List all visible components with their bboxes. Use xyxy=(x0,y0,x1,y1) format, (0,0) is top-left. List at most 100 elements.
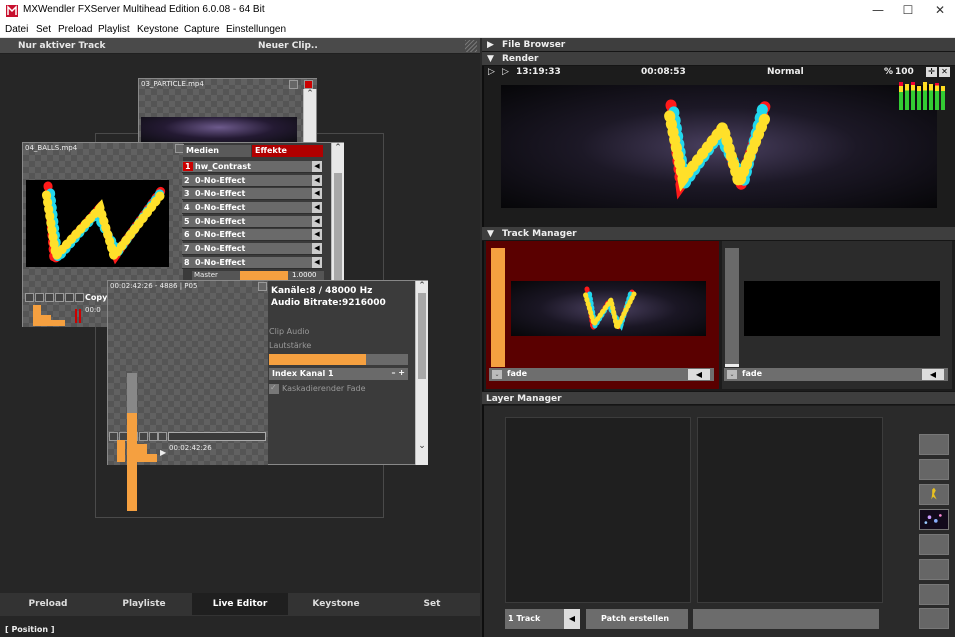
transport-icon[interactable] xyxy=(25,293,34,302)
render-header[interactable]: ▼ Render xyxy=(482,52,955,66)
index-channel-stepper[interactable]: Index Kanal 1 – + xyxy=(269,368,408,380)
audio-scrollbar[interactable]: ⌃ ⌄ xyxy=(415,281,428,465)
volume-slider[interactable] xyxy=(269,354,408,365)
track-2-level[interactable] xyxy=(725,248,739,367)
render-percent[interactable]: 100 xyxy=(895,67,914,77)
render-mode[interactable]: Normal xyxy=(767,67,804,77)
add-icon[interactable] xyxy=(258,282,267,291)
fullscreen-icon[interactable]: ✛ xyxy=(926,67,937,77)
tab-preload[interactable]: Preload xyxy=(0,593,96,615)
menu-datei[interactable]: Datei xyxy=(5,24,28,35)
effect-slot-4[interactable]: 4 0-No-Effect ◀ xyxy=(182,202,322,214)
effect-slot-5[interactable]: 5 0-No-Effect ◀ xyxy=(182,216,322,228)
caret-left-icon[interactable]: ◀ xyxy=(312,243,322,254)
chevron-up-icon[interactable]: ⌃ xyxy=(332,143,344,153)
audio-timeline[interactable] xyxy=(168,432,266,441)
effect-slot-number: 8 xyxy=(184,258,190,267)
effect-slot-8[interactable]: 8 0-No-Effect ◀ xyxy=(182,257,322,269)
caret-left-icon[interactable]: ◀ xyxy=(312,216,322,227)
menu-preload[interactable]: Preload xyxy=(58,24,92,35)
cascading-fade-checkbox[interactable]: ✓ xyxy=(269,383,279,394)
particle-scrollbar[interactable]: ⌃ xyxy=(303,89,316,144)
caret-left-icon[interactable]: ◀ xyxy=(922,369,944,380)
step-icon[interactable]: ▷ xyxy=(502,67,509,77)
play-outline-icon[interactable]: ▷ xyxy=(488,67,495,77)
tab-playliste[interactable]: Playliste xyxy=(96,593,192,615)
triangle-right-icon[interactable]: ▶ xyxy=(487,40,494,50)
play-icon[interactable]: ▶ xyxy=(160,448,166,457)
create-patch-button[interactable]: Patch erstellen xyxy=(586,609,688,629)
triangle-down-icon[interactable]: ▼ xyxy=(487,54,494,64)
menu-playlist[interactable]: Playlist xyxy=(98,24,130,35)
track-1-level[interactable] xyxy=(491,248,505,367)
transport-icon[interactable] xyxy=(45,293,54,302)
chevron-down-icon[interactable]: ⌄ xyxy=(492,370,502,379)
caret-left-icon[interactable]: ◀ xyxy=(312,188,322,199)
tab-live-editor[interactable]: Live Editor xyxy=(192,593,288,615)
tab-medien[interactable]: Medien xyxy=(186,146,219,155)
active-track-filter[interactable]: Nur aktiver Track xyxy=(18,41,105,51)
patch-name-field[interactable] xyxy=(693,609,879,629)
clip-window-particle[interactable]: 03_PARTICLE.mp4 ⌃ xyxy=(138,78,317,144)
layer-thumb-8[interactable] xyxy=(919,608,949,629)
caret-left-icon[interactable]: ◀ xyxy=(564,609,580,629)
layer-slot-2[interactable] xyxy=(697,417,883,603)
triangle-down-icon[interactable]: ▼ xyxy=(487,229,494,239)
layer-thumb-5[interactable] xyxy=(919,534,949,555)
transport-icon[interactable] xyxy=(75,293,84,302)
track-2-fade-bar[interactable]: ⌄ fade ◀ xyxy=(724,368,948,381)
caret-left-icon[interactable]: ◀ xyxy=(312,175,322,186)
caret-left-icon[interactable]: ◀ xyxy=(688,369,710,380)
caret-left-icon[interactable]: ◀ xyxy=(312,229,322,240)
master-slider[interactable]: Master 1.0000 xyxy=(192,271,324,280)
tab-set[interactable]: Set xyxy=(384,593,480,615)
menu-set[interactable]: Set xyxy=(36,24,51,35)
layer-slot-1[interactable] xyxy=(505,417,691,603)
effect-slot-7[interactable]: 7 0-No-Effect ◀ xyxy=(182,243,322,255)
resize-grip-icon[interactable] xyxy=(465,40,477,52)
layer-thumb-1[interactable] xyxy=(919,434,949,455)
tab-keystone[interactable]: Keystone xyxy=(288,593,384,615)
layer-thumb-4[interactable] xyxy=(919,509,949,530)
caret-left-icon[interactable]: ◀ xyxy=(312,257,322,268)
layer-thumb-7[interactable] xyxy=(919,584,949,605)
effect-slot-number: 2 xyxy=(184,176,190,185)
menu-einstellungen[interactable]: Einstellungen xyxy=(226,24,286,35)
layer-manager-header[interactable]: Layer Manager xyxy=(482,391,955,405)
new-clip-button[interactable]: Neuer Clip.. xyxy=(258,41,318,51)
chevron-up-icon[interactable]: ⌃ xyxy=(416,281,428,291)
add-effect-icon[interactable] xyxy=(289,80,298,89)
layer-thumb-3[interactable] xyxy=(919,484,949,505)
file-browser-header[interactable]: ▶ File Browser xyxy=(482,38,955,52)
menu-keystone[interactable]: Keystone xyxy=(137,24,179,35)
track-count-select[interactable]: 1 Track ◀ xyxy=(505,609,580,629)
effect-slot-3[interactable]: 3 0-No-Effect ◀ xyxy=(182,188,322,200)
tab-effekte[interactable]: Effekte xyxy=(252,145,323,157)
transport-icon[interactable] xyxy=(55,293,64,302)
menu-capture[interactable]: Capture xyxy=(184,24,220,35)
audio-channels: Kanäle:8 / 48000 Hz xyxy=(271,286,373,296)
close-button[interactable]: ✕ xyxy=(925,3,955,19)
layer-thumb-6[interactable] xyxy=(919,559,949,580)
track-manager-header[interactable]: ▼ Track Manager xyxy=(482,227,955,241)
record-icon[interactable] xyxy=(304,80,313,89)
chevron-up-icon[interactable]: ⌃ xyxy=(304,89,316,99)
minimize-button[interactable]: — xyxy=(863,3,893,19)
close-preview-icon[interactable]: ✕ xyxy=(939,67,950,77)
track-1-fade-bar[interactable]: ⌄ fade ◀ xyxy=(489,368,714,381)
chevron-down-icon[interactable]: ⌄ xyxy=(416,441,428,451)
transport-icon[interactable] xyxy=(35,293,44,302)
effect-slot-1[interactable]: 1 hw_Contrast ◀ xyxy=(182,161,322,173)
effect-slot-6[interactable]: 6 0-No-Effect ◀ xyxy=(182,229,322,241)
transport-icon[interactable] xyxy=(158,432,167,441)
render-percent-label: % xyxy=(884,67,894,77)
transport-icon[interactable] xyxy=(65,293,74,302)
caret-left-icon[interactable]: ◀ xyxy=(312,161,322,172)
effect-slot-label: 0-No-Effect xyxy=(195,244,246,253)
plus-minus-icon[interactable]: – + xyxy=(392,368,406,377)
layer-thumb-2[interactable] xyxy=(919,459,949,480)
maximize-button[interactable]: ☐ xyxy=(893,3,923,19)
effect-slot-2[interactable]: 2 0-No-Effect ◀ xyxy=(182,175,322,187)
chevron-down-icon[interactable]: ⌄ xyxy=(727,370,737,379)
caret-left-icon[interactable]: ◀ xyxy=(312,202,322,213)
